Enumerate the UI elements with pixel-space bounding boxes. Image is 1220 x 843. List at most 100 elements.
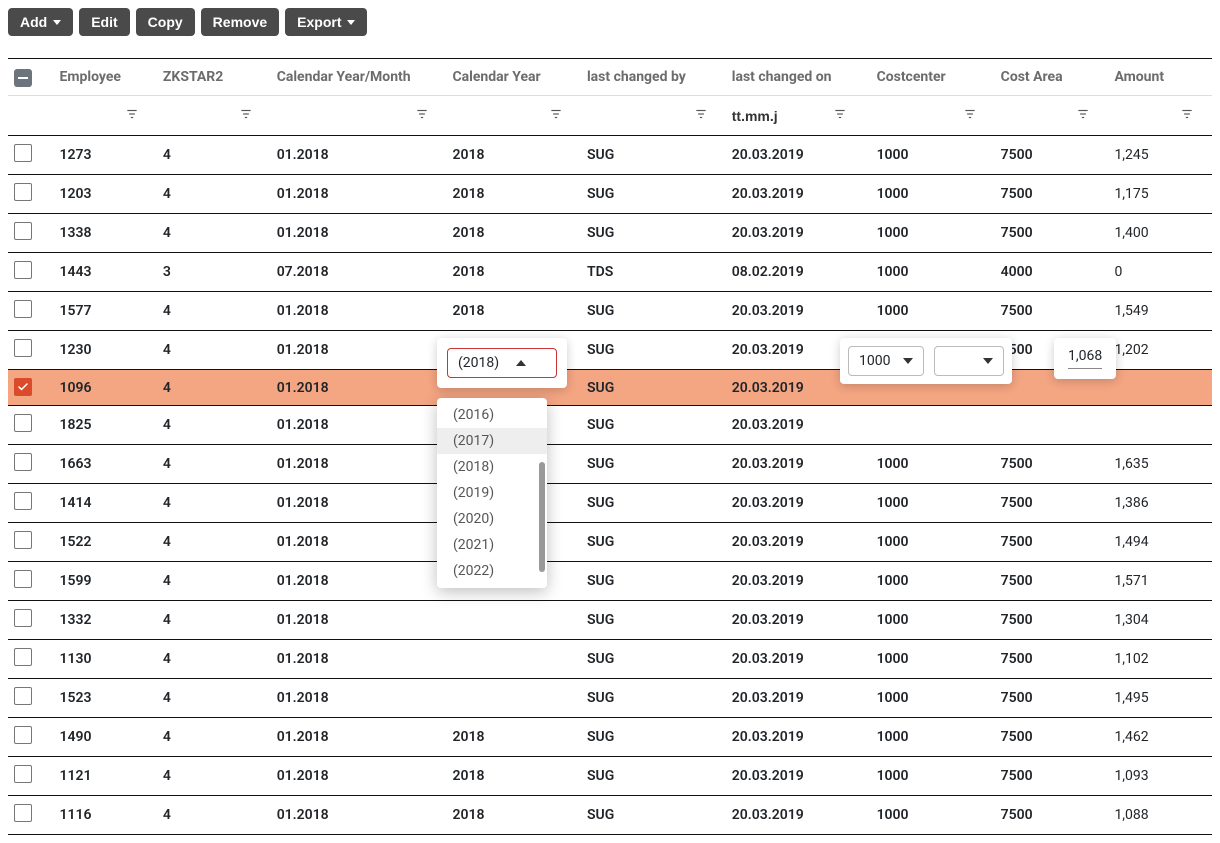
col-header-cal-year-month[interactable]: Calendar Year/Month — [271, 59, 447, 96]
cell-cal_year[interactable]: 2018 — [447, 292, 581, 331]
cell-employee[interactable]: 1203 — [54, 175, 157, 214]
cell-amount[interactable] — [1108, 370, 1212, 406]
filter-icon[interactable] — [963, 107, 977, 125]
row-checkbox[interactable] — [14, 687, 32, 705]
cell-last_changed_by[interactable]: TDS — [581, 253, 726, 292]
col-header-last-changed-on[interactable]: last changed on — [726, 59, 871, 96]
cell-employee[interactable]: 1230 — [54, 331, 157, 370]
cell-employee[interactable]: 1121 — [54, 757, 157, 796]
cell-cal_year_month[interactable]: 01.2018 — [271, 370, 447, 406]
cell-last_changed_on[interactable]: 20.03.2019 — [726, 445, 871, 484]
cell-amount[interactable]: 1,571 — [1108, 562, 1212, 601]
row-checkbox[interactable] — [14, 183, 32, 201]
cell-costcenter[interactable]: 1000 — [871, 796, 995, 835]
col-header-employee[interactable]: Employee — [54, 59, 157, 96]
cell-cost_area[interactable]: 7500 — [995, 796, 1109, 835]
cell-amount[interactable]: 1,088 — [1108, 796, 1212, 835]
table-row[interactable]: 1332401.2018SUG20.03.2019100075001,304 — [8, 601, 1212, 640]
row-checkbox[interactable] — [14, 222, 32, 240]
cell-last_changed_on[interactable]: 20.03.2019 — [726, 796, 871, 835]
table-row[interactable]: 1203401.20182018SUG20.03.2019100075001,1… — [8, 175, 1212, 214]
cell-cal_year_month[interactable]: 07.2018 — [271, 253, 447, 292]
cell-last_changed_on[interactable]: 08.02.2019 — [726, 253, 871, 292]
cell-costcenter[interactable]: 1000 — [871, 214, 995, 253]
filter-icon[interactable] — [1180, 107, 1194, 125]
table-row[interactable]: 1338401.20182018SUG20.03.2019100075001,4… — [8, 214, 1212, 253]
cell-last_changed_by[interactable]: SUG — [581, 601, 726, 640]
cell-last_changed_on[interactable]: 20.03.2019 — [726, 292, 871, 331]
costcenter-select[interactable]: 1000 — [848, 346, 924, 376]
copy-button[interactable]: Copy — [136, 8, 195, 36]
row-checkbox[interactable] — [14, 300, 32, 318]
cell-costcenter[interactable]: 1000 — [871, 484, 995, 523]
cell-cal_year[interactable] — [447, 640, 581, 679]
row-checkbox[interactable] — [14, 531, 32, 549]
row-checkbox[interactable] — [14, 378, 32, 396]
row-checkbox[interactable] — [14, 453, 32, 471]
cell-costcenter[interactable]: 1000 — [871, 175, 995, 214]
cell-zkstar2[interactable]: 4 — [157, 484, 271, 523]
cell-last_changed_by[interactable]: SUG — [581, 679, 726, 718]
filter-icon[interactable] — [549, 107, 563, 125]
col-header-amount[interactable]: Amount — [1108, 59, 1212, 96]
cell-cost_area[interactable]: 4000 — [995, 253, 1109, 292]
cell-amount[interactable]: 1,175 — [1108, 175, 1212, 214]
cell-cal_year_month[interactable]: 01.2018 — [271, 679, 447, 718]
cell-last_changed_by[interactable]: SUG — [581, 757, 726, 796]
add-button[interactable]: Add — [8, 8, 73, 36]
cell-cost_area[interactable]: 7500 — [995, 718, 1109, 757]
cell-cal_year_month[interactable]: 01.2018 — [271, 601, 447, 640]
cell-cal_year[interactable]: 2018 — [447, 718, 581, 757]
cell-costcenter[interactable]: 1000 — [871, 292, 995, 331]
cell-last_changed_by[interactable]: SUG — [581, 640, 726, 679]
cell-zkstar2[interactable]: 4 — [157, 796, 271, 835]
table-row[interactable]: 1273401.20182018SUG20.03.2019100075001,2… — [8, 136, 1212, 175]
edit-button[interactable]: Edit — [79, 8, 129, 36]
row-checkbox[interactable] — [14, 492, 32, 510]
cell-amount[interactable]: 1,549 — [1108, 292, 1212, 331]
cell-amount[interactable]: 1,635 — [1108, 445, 1212, 484]
cell-cost_area[interactable]: 7500 — [995, 175, 1109, 214]
cell-last_changed_on[interactable]: 20.03.2019 — [726, 406, 871, 445]
cell-last_changed_on[interactable]: 20.03.2019 — [726, 136, 871, 175]
year-option[interactable]: (2017) — [437, 428, 547, 454]
cell-cal_year_month[interactable]: 01.2018 — [271, 523, 447, 562]
cell-employee[interactable]: 1577 — [54, 292, 157, 331]
cell-costcenter[interactable] — [871, 406, 995, 445]
cell-amount[interactable]: 1,093 — [1108, 757, 1212, 796]
cell-cal_year[interactable] — [447, 679, 581, 718]
cell-costcenter[interactable]: 1000 — [871, 562, 995, 601]
table-row[interactable]: 1577401.20182018SUG20.03.2019100075001,5… — [8, 292, 1212, 331]
cell-zkstar2[interactable]: 4 — [157, 718, 271, 757]
cell-zkstar2[interactable]: 4 — [157, 214, 271, 253]
cell-costcenter[interactable]: 1000 — [871, 253, 995, 292]
cell-cost_area[interactable]: 7500 — [995, 523, 1109, 562]
table-row[interactable]: 1096401.2018SUG20.03.2019 — [8, 370, 1212, 406]
cell-cost_area[interactable]: 7500 — [995, 445, 1109, 484]
row-checkbox[interactable] — [14, 609, 32, 627]
cell-last_changed_on[interactable]: 20.03.2019 — [726, 718, 871, 757]
cell-employee[interactable]: 1522 — [54, 523, 157, 562]
cell-amount[interactable]: 1,494 — [1108, 523, 1212, 562]
cell-last_changed_by[interactable]: SUG — [581, 484, 726, 523]
cell-zkstar2[interactable]: 4 — [157, 136, 271, 175]
cell-cost_area[interactable] — [995, 406, 1109, 445]
cell-cal_year_month[interactable]: 01.2018 — [271, 406, 447, 445]
cell-cost_area[interactable]: 7500 — [995, 292, 1109, 331]
table-row[interactable]: 1825401.2018SUG20.03.2019 — [8, 406, 1212, 445]
cell-employee[interactable]: 1116 — [54, 796, 157, 835]
cell-zkstar2[interactable]: 4 — [157, 601, 271, 640]
cell-employee[interactable]: 1332 — [54, 601, 157, 640]
cell-costcenter[interactable]: 1000 — [871, 445, 995, 484]
filter-icon[interactable] — [694, 107, 708, 125]
cell-employee[interactable]: 1523 — [54, 679, 157, 718]
cell-last_changed_on[interactable]: 20.03.2019 — [726, 679, 871, 718]
cell-zkstar2[interactable]: 4 — [157, 445, 271, 484]
cell-zkstar2[interactable]: 4 — [157, 640, 271, 679]
cell-employee[interactable]: 1096 — [54, 370, 157, 406]
table-row[interactable]: 1490401.20182018SUG20.03.2019100075001,4… — [8, 718, 1212, 757]
cell-cost_area[interactable]: 7500 — [995, 640, 1109, 679]
cell-last_changed_by[interactable]: SUG — [581, 214, 726, 253]
cell-cal_year_month[interactable]: 01.2018 — [271, 562, 447, 601]
row-checkbox[interactable] — [14, 261, 32, 279]
